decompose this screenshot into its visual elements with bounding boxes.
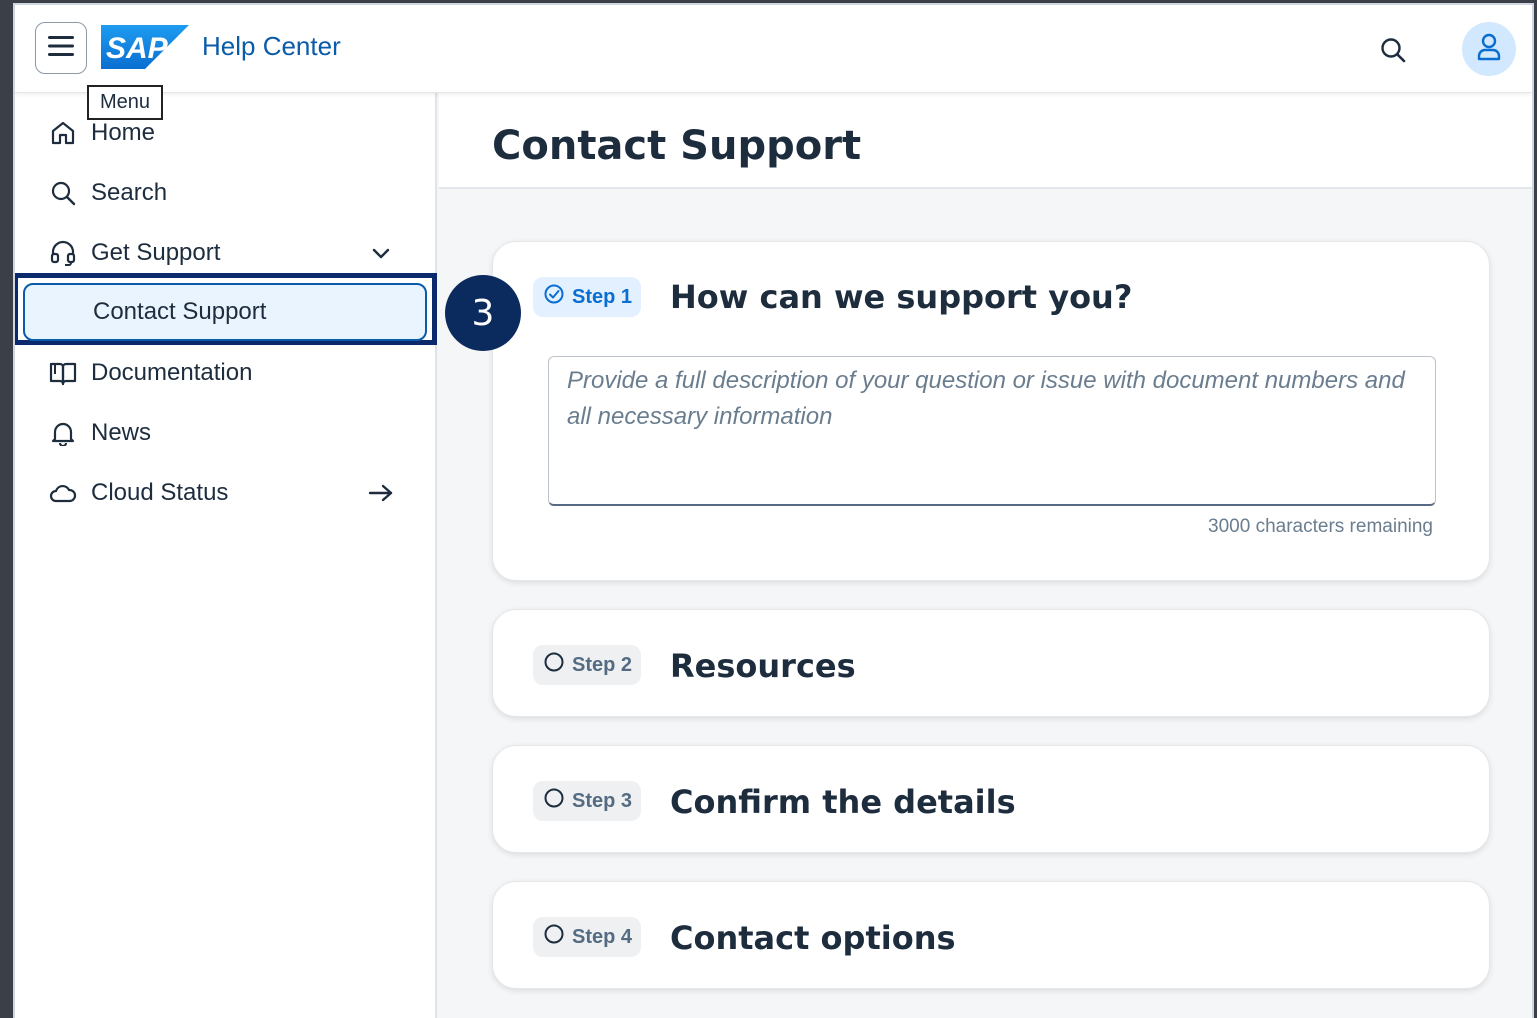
step-chip-label: Step 4 [572, 925, 633, 948]
step-chip-label: Step 1 [572, 285, 633, 308]
step-card-1: Step 1 How can we support you? 3000 char… [492, 241, 1490, 581]
sidebar-item-label: Contact Support [93, 298, 267, 325]
user-avatar[interactable] [1462, 22, 1516, 76]
step-chip-1: Step 1 [533, 277, 642, 317]
sidebar-item-home[interactable]: Home [15, 105, 435, 161]
search-icon [49, 179, 77, 207]
sidebar-item-cloud-status[interactable]: Cloud Status [15, 465, 435, 521]
menu-button[interactable] [35, 22, 87, 74]
page-title: Contact Support [492, 123, 862, 169]
sidebar-item-search[interactable]: Search [15, 165, 435, 221]
step-chip-3: Step 3 [533, 781, 642, 821]
step-title: Confirm the details [670, 783, 1016, 821]
chevron-down-icon[interactable] [367, 239, 395, 267]
header-search-icon[interactable] [1375, 32, 1411, 68]
menu-tooltip: Menu [87, 85, 164, 120]
circle-outline-icon [544, 924, 564, 950]
hamburger-icon [47, 35, 75, 62]
sidebar-item-label: Search [91, 179, 168, 206]
svg-text:SAP: SAP [106, 32, 169, 65]
sidebar-item-documentation[interactable]: Documentation [15, 345, 435, 401]
sidebar-item-contact-support[interactable]: Contact Support [23, 283, 427, 341]
cloud-icon [49, 479, 77, 507]
app-title[interactable]: Help Center [202, 31, 341, 62]
shell-bar: SAP Help Center [15, 5, 1532, 93]
bell-icon [49, 419, 77, 447]
circle-outline-icon [544, 652, 564, 678]
step-chip-4: Step 4 [533, 917, 642, 957]
book-icon [49, 359, 77, 387]
step-title: Contact options [670, 919, 956, 957]
sidebar-item-label: News [91, 419, 152, 446]
sidebar-item-label: Get Support [91, 239, 221, 266]
check-circle-icon [544, 284, 564, 310]
step-card-3[interactable]: Step 3 Confirm the details [492, 745, 1490, 853]
help-center-app: SAP Help Center Menu Home Search Get Sup… [13, 3, 1534, 1018]
description-textarea[interactable] [548, 356, 1436, 506]
headset-icon [49, 239, 77, 267]
home-icon [49, 119, 77, 147]
annotation-number-badge: 3 [445, 275, 521, 351]
sidebar-item-news[interactable]: News [15, 405, 435, 461]
sidebar-item-label: Documentation [91, 359, 253, 386]
characters-remaining: 3000 characters remaining [1208, 516, 1433, 537]
step-title: Resources [670, 647, 856, 685]
step-chip-2: Step 2 [533, 645, 642, 685]
person-icon [1476, 33, 1502, 66]
step-title: How can we support you? [670, 278, 1133, 316]
step-chip-label: Step 3 [572, 789, 633, 812]
page-header: Contact Support [439, 93, 1532, 189]
step-card-2[interactable]: Step 2 Resources [492, 609, 1490, 717]
step-chip-label: Step 2 [572, 653, 633, 676]
sap-logo[interactable]: SAP [101, 25, 189, 69]
circle-outline-icon [544, 788, 564, 814]
step-card-4[interactable]: Step 4 Contact options [492, 881, 1490, 989]
sidebar-item-label: Cloud Status [91, 479, 229, 506]
arrow-right-icon[interactable] [367, 479, 395, 507]
sidebar-item-label: Home [91, 119, 156, 146]
sidebar: Home Search Get Support Contact Support [15, 93, 437, 1018]
